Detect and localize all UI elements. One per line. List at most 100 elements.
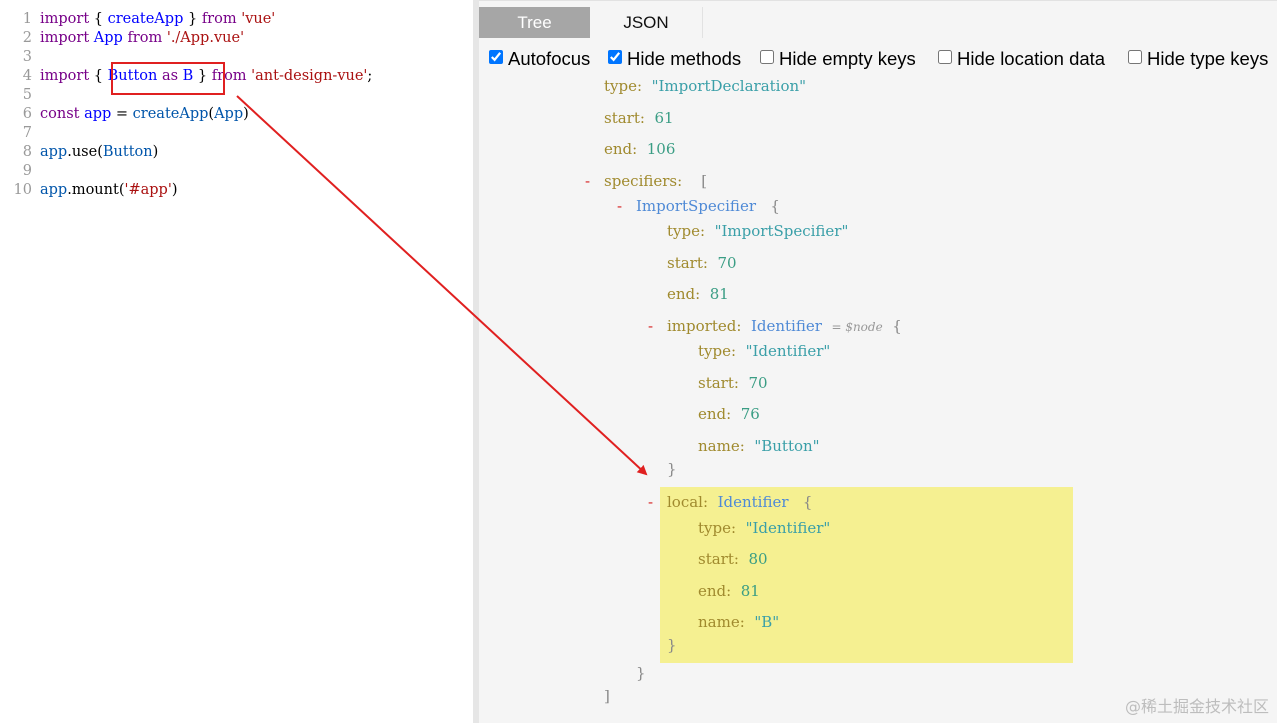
code-token: ) <box>171 182 178 198</box>
tree-node-import-specifier[interactable]: ImportSpecifier { <box>636 195 780 217</box>
code-line[interactable]: 9 <box>0 162 40 181</box>
tree-prop-type: type: "Identifier" <box>698 342 831 360</box>
tree-close-brace: } <box>667 636 677 654</box>
tree-close-bracket: ] <box>604 687 610 705</box>
hide-location-data-checkbox[interactable] <box>938 50 952 64</box>
line-number: 7 <box>22 125 32 141</box>
option-label: Hide methods <box>627 48 742 69</box>
code-line[interactable]: 1 import { createApp } from 'vue' <box>0 10 276 29</box>
tree-prop-name: name: "Button" <box>698 437 820 455</box>
code-token: from <box>211 68 247 84</box>
tree-prop-name: name: "B" <box>698 613 780 631</box>
code-token: ) <box>243 106 249 122</box>
line-number: 4 <box>22 68 32 84</box>
code-token: import <box>40 11 90 27</box>
tree-prop-type: type: "ImportDeclaration" <box>604 77 807 95</box>
code-line[interactable]: 5 <box>0 86 40 105</box>
code-token: as <box>161 68 179 84</box>
tree-prop-end: end: 76 <box>698 405 760 423</box>
line-number: 1 <box>22 11 32 27</box>
tree-prop-start: start: 61 <box>604 109 674 127</box>
autofocus-checkbox[interactable] <box>489 50 503 64</box>
code-token: = <box>111 106 133 122</box>
collapse-toggle[interactable]: - <box>648 315 653 337</box>
code-line[interactable]: 8 app.use(Button) <box>0 143 159 162</box>
code-token: './App.vue' <box>166 30 245 46</box>
line-number: 8 <box>22 144 32 160</box>
code-token: 'ant-design-vue' <box>251 68 368 84</box>
code-token: import <box>40 68 90 84</box>
tab-json[interactable]: JSON <box>590 7 703 38</box>
view-tabs: Tree JSON <box>479 0 1277 38</box>
hide-type-keys-checkbox[interactable] <box>1128 50 1142 64</box>
hide-empty-keys-checkbox[interactable] <box>760 50 774 64</box>
code-token: Button <box>107 68 158 84</box>
code-line[interactable]: 4 import { Button as B } from 'ant-design… <box>0 67 373 86</box>
code-token: createApp <box>107 11 184 27</box>
code-token: app <box>84 106 112 122</box>
tree-prop-type: type: "ImportSpecifier" <box>667 222 849 240</box>
option-label: Hide type keys <box>1147 48 1269 69</box>
code-token: mount <box>71 182 119 198</box>
code-token: B <box>182 68 194 84</box>
highlight-local-node <box>660 487 1073 663</box>
code-editor[interactable]: 1 import { createApp } from 'vue' 2 import … <box>0 0 473 723</box>
collapse-toggle[interactable]: - <box>617 195 622 217</box>
tree-close-brace: } <box>667 460 677 478</box>
code-token: app <box>40 144 68 160</box>
code-token: app <box>40 182 68 198</box>
code-line[interactable]: 10 app.mount('#app') <box>0 181 178 200</box>
collapse-toggle[interactable]: - <box>648 491 653 513</box>
code-token: 'vue' <box>241 11 276 27</box>
watermark: @稀土掘金技术社区 <box>1124 697 1269 716</box>
code-token: import <box>40 30 90 46</box>
option-hide-location-data[interactable]: Hide location data <box>938 48 1105 70</box>
tree-prop-end: end: 106 <box>604 140 676 158</box>
option-label: Autofocus <box>508 48 591 69</box>
code-token: use <box>71 144 98 160</box>
tree-prop-start: start: 70 <box>667 254 737 272</box>
tree-prop-local[interactable]: local: Identifier { <box>667 491 812 513</box>
code-token: App <box>93 30 123 46</box>
option-autofocus[interactable]: Autofocus <box>489 48 590 70</box>
tree-prop-imported[interactable]: imported: Identifier = $node { <box>667 315 902 337</box>
code-token: ) <box>152 144 159 160</box>
code-token: from <box>127 30 163 46</box>
code-token: } <box>183 11 202 27</box>
option-hide-methods[interactable]: Hide methods <box>608 48 741 70</box>
collapse-toggle[interactable]: - <box>585 170 590 192</box>
hide-methods-checkbox[interactable] <box>608 50 622 64</box>
code-token: createApp <box>132 106 209 122</box>
line-number: 9 <box>22 163 32 179</box>
options-toolbar: Autofocus Hide methods Hide empty keys H… <box>479 38 1277 78</box>
line-number: 10 <box>13 182 32 198</box>
option-hide-type-keys[interactable]: Hide type keys <box>1128 48 1268 70</box>
tree-prop-end: end: 81 <box>698 582 760 600</box>
line-number: 6 <box>22 106 32 122</box>
ast-tree: type: "ImportDeclaration" start: 61 end:… <box>479 77 1277 723</box>
output-panel: Tree JSON Autofocus Hide methods Hide em… <box>479 0 1277 723</box>
code-line[interactable]: 6 const app = createApp(App) <box>0 105 249 124</box>
option-label: Hide location data <box>957 48 1106 69</box>
tree-prop-start: start: 70 <box>698 374 768 392</box>
code-token: App <box>214 106 244 122</box>
code-token: ; <box>367 68 373 84</box>
line-number: 2 <box>22 30 32 46</box>
code-token: '#app' <box>124 182 172 198</box>
tree-prop-specifiers[interactable]: specifiers: [ <box>604 170 707 192</box>
line-number: 3 <box>22 49 32 65</box>
tree-prop-start: start: 80 <box>698 550 768 568</box>
code-token: const <box>40 106 80 122</box>
option-hide-empty-keys[interactable]: Hide empty keys <box>760 48 916 70</box>
code-line[interactable]: 7 <box>0 124 40 143</box>
code-token: { <box>89 11 108 27</box>
code-token: from <box>201 11 237 27</box>
code-token: } <box>193 68 212 84</box>
tab-tree[interactable]: Tree <box>479 7 590 38</box>
code-line[interactable]: 2 import App from './App.vue' <box>0 29 244 48</box>
tree-prop-type: type: "Identifier" <box>698 519 831 537</box>
code-line[interactable]: 3 <box>0 48 40 67</box>
tree-prop-end: end: 81 <box>667 285 729 303</box>
code-token: { <box>89 68 108 84</box>
line-number: 5 <box>22 87 32 103</box>
